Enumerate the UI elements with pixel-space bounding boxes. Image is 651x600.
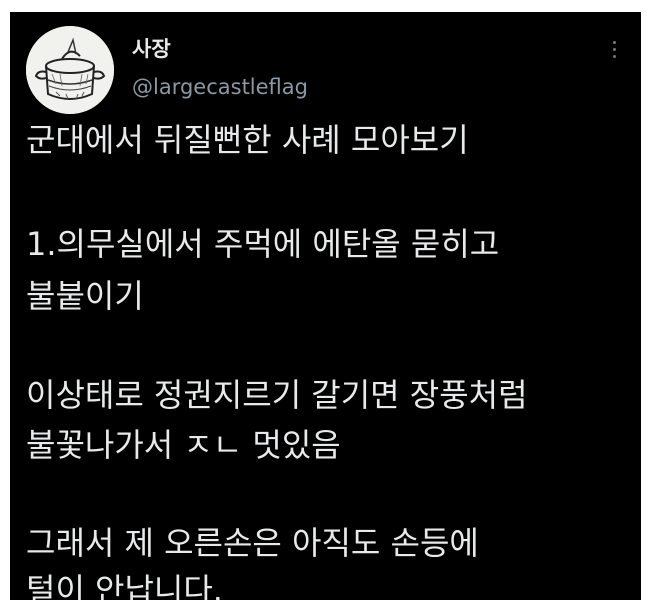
tweet-text-line: 군대에서 뒤질뻔한 사례 모아보기	[26, 121, 469, 159]
author-handle[interactable]: @largecastleflag	[132, 74, 308, 100]
avatar[interactable]	[26, 26, 114, 114]
tweet-text-line: 1.의무실에서 주먹에 에탄올 묻히고	[26, 225, 500, 263]
pot-avatar-icon	[26, 26, 114, 114]
tweet-card: 사장 @largecastleflag 군대에서 뒤질뻔한 사례 모아보기 1.…	[10, 12, 641, 600]
dot	[612, 54, 616, 58]
dot	[612, 47, 616, 51]
tweet-text-line: 털이 안납니다.	[26, 571, 223, 600]
tweet-text-line: 불꽃나가서 ㅈㄴ 멋있음	[26, 426, 341, 464]
tweet-text-line: 불붙이기	[26, 277, 144, 315]
dot	[612, 40, 616, 44]
more-options-icon[interactable]	[606, 36, 622, 62]
author-display-name[interactable]: 사장	[132, 36, 171, 62]
tweet-text-line: 이상태로 정권지르기 갈기면 장풍처럼	[26, 376, 528, 414]
tweet-text-line: 그래서 제 오른손은 아직도 손등에	[26, 524, 479, 562]
